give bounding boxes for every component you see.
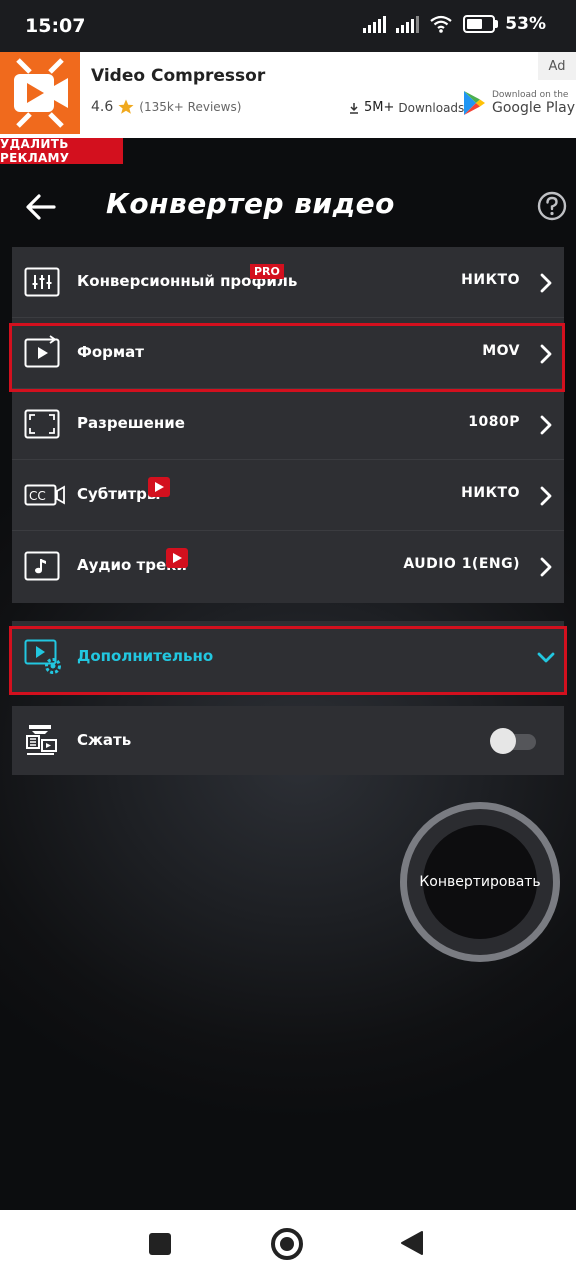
store-small-text: Download on the xyxy=(492,90,569,100)
format-highlight-box xyxy=(9,323,565,392)
signal-icon xyxy=(396,15,420,33)
video-ad-icon xyxy=(166,548,188,568)
music-note-icon xyxy=(24,551,60,581)
convert-button[interactable]: Конвертировать xyxy=(400,802,560,962)
row-value: AUDIO 1(ENG) xyxy=(403,556,520,572)
back-triangle-icon[interactable] xyxy=(400,1230,424,1256)
review-count: (135k+ Reviews) xyxy=(139,100,242,114)
pro-badge: PRO xyxy=(250,264,284,279)
home-icon[interactable] xyxy=(271,1228,303,1260)
row-label: Разрешение xyxy=(77,414,185,432)
page-title: Конвертер видео xyxy=(106,187,395,220)
subtitles-icon: CC xyxy=(24,484,65,506)
row-value: 1080P xyxy=(468,414,520,430)
row-conversion-profile[interactable]: Конверсионный профиль PRO НИКТО xyxy=(12,247,564,318)
ad-rating: 4.6 (135k+ Reviews) xyxy=(91,98,241,116)
chevron-right-icon xyxy=(540,415,552,435)
status-icons: 53% xyxy=(363,14,546,34)
ad-downloads: 5M+ Downloads xyxy=(348,100,464,115)
settings-card: Конверсионный профиль PRO НИКТО Формат M… xyxy=(12,247,564,603)
star-icon xyxy=(118,99,134,114)
row-subtitles[interactable]: CC Субтитры НИКТО xyxy=(12,460,564,531)
chevron-right-icon xyxy=(540,557,552,577)
row-value: НИКТО xyxy=(461,485,520,501)
store-name: Google Play xyxy=(492,100,576,116)
video-ad-icon xyxy=(148,477,170,497)
sliders-icon xyxy=(24,267,60,297)
advanced-highlight-box xyxy=(9,626,567,695)
downloads-label: Downloads xyxy=(398,100,465,115)
ad-title: Video Compressor xyxy=(91,66,266,86)
google-play-badge[interactable]: Download on the Google Play xyxy=(462,90,575,116)
google-play-icon xyxy=(464,91,485,115)
ad-banner[interactable]: Video Compressor 4.6 (135k+ Reviews) 5M+… xyxy=(0,52,576,138)
svg-text:CC: CC xyxy=(29,489,46,503)
chevron-right-icon xyxy=(540,273,552,293)
help-icon[interactable] xyxy=(537,191,567,221)
download-icon xyxy=(350,102,358,114)
row-compress: Сжать xyxy=(12,706,564,775)
rating-value: 4.6 xyxy=(91,99,114,115)
navigation-bar xyxy=(0,1210,576,1280)
chevron-right-icon xyxy=(540,486,552,506)
convert-button-label: Конвертировать xyxy=(419,825,541,939)
signal-icon xyxy=(363,15,387,33)
status-bar: 15:07 53% xyxy=(0,0,576,52)
battery-icon xyxy=(463,15,499,33)
row-label: Сжать xyxy=(77,731,132,749)
remove-ad-button[interactable]: УДАЛИТЬ РЕКЛАМУ xyxy=(0,137,123,165)
wifi-icon xyxy=(430,15,452,33)
back-arrow-icon[interactable] xyxy=(24,190,58,224)
row-audio-tracks[interactable]: Аудио треки AUDIO 1(ENG) xyxy=(12,531,564,601)
row-value: НИКТО xyxy=(461,272,520,288)
ad-label: Ad xyxy=(538,52,576,80)
compress-card: Сжать xyxy=(12,706,564,775)
status-time: 15:07 xyxy=(25,15,86,37)
compress-toggle[interactable] xyxy=(490,728,536,754)
recent-apps-icon[interactable] xyxy=(149,1233,171,1255)
downloads-count: 5M+ xyxy=(364,100,395,115)
battery-percent: 53% xyxy=(505,14,546,34)
screen: 15:07 53% Video Compressor 4.6 (135k+ Re… xyxy=(0,0,576,1280)
compress-icon xyxy=(26,725,57,755)
row-resolution[interactable]: Разрешение 1080P xyxy=(12,389,564,460)
app-logo-icon xyxy=(0,52,80,134)
resolution-icon xyxy=(24,409,60,439)
